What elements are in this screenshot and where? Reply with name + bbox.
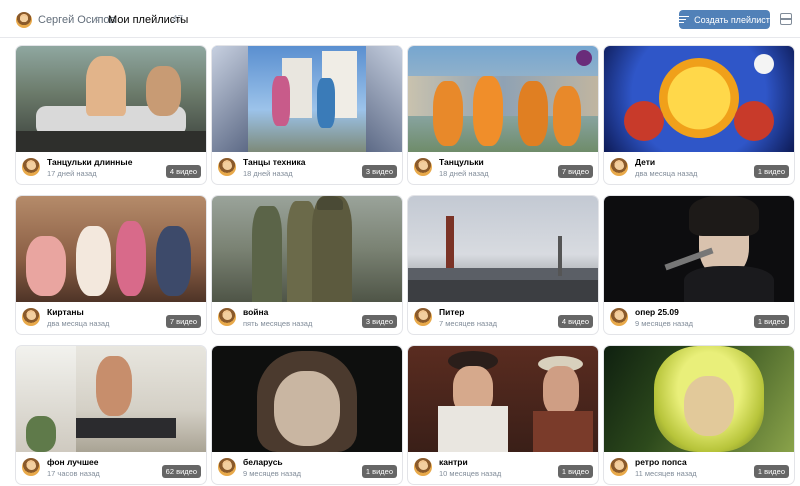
playlist-card[interactable]: 4 видео Танцульки длинные 17 дней назад [16, 46, 206, 184]
playlist-thumbnail [408, 46, 598, 152]
playlist-title[interactable]: кантри [439, 457, 468, 467]
video-count-badge: 4 видео [165, 165, 201, 178]
playlist-date: два месяца назад [635, 169, 698, 178]
owner-avatar [22, 458, 40, 476]
video-count-badge: 7 видео [557, 165, 593, 178]
playlist-thumbnail [604, 46, 794, 152]
playlist-title[interactable]: Танцульки [439, 157, 484, 167]
playlist-thumbnail [604, 346, 794, 452]
playlist-thumbnail [604, 196, 794, 302]
playlist-card[interactable]: 62 видео фон лучшее 17 часов назад [16, 346, 206, 484]
playlist-date: 11 месяцев назад [635, 469, 697, 478]
playlist-date: два месяца назад [47, 319, 110, 328]
playlist-title[interactable]: Танцы техника [243, 157, 306, 167]
playlist-card[interactable]: 7 видео Танцульки 18 дней назад [408, 46, 598, 184]
playlists-panel: Сергей Осипов › Мои плейлисты 47 Создать… [0, 0, 800, 486]
create-playlist-button[interactable]: Создать плейлист [679, 10, 770, 29]
playlist-thumbnail [16, 196, 206, 302]
playlist-card[interactable]: 4 видео Питер 7 месяцев назад [408, 196, 598, 334]
playlist-title[interactable]: война [243, 307, 268, 317]
video-count-badge: 1 видео [753, 165, 789, 178]
video-count-badge: 1 видео [753, 465, 789, 478]
playlist-thumbnail [16, 346, 206, 452]
video-count-badge: 3 видео [361, 165, 397, 178]
playlist-count: 47 [172, 14, 184, 25]
page-header: Сергей Осипов › Мои плейлисты 47 Создать… [0, 0, 800, 38]
playlist-date: 9 месяцев назад [635, 319, 694, 328]
owner-avatar [414, 158, 432, 176]
owner-avatar [22, 158, 40, 176]
video-count-badge: 1 видео [557, 465, 593, 478]
playlist-add-icon [679, 15, 690, 24]
playlist-date: пять месяцев назад [243, 319, 313, 328]
playlist-date: 10 месяцев назад [439, 469, 502, 478]
playlist-thumbnail [212, 346, 402, 452]
owner-avatar [414, 458, 432, 476]
breadcrumb-chevron-icon: › [96, 13, 100, 25]
playlist-card[interactable]: 1 видео ретро попса 11 месяцев назад [604, 346, 794, 484]
video-count-badge: 62 видео [161, 465, 201, 478]
playlist-date: 17 дней назад [47, 169, 97, 178]
grid-toggle-icon[interactable] [780, 13, 792, 25]
video-count-badge: 4 видео [557, 315, 593, 328]
playlist-title[interactable]: ретро попса [635, 457, 687, 467]
playlist-card[interactable]: 1 видео опер 25.09 9 месяцев назад [604, 196, 794, 334]
playlist-date: 9 месяцев назад [243, 469, 302, 478]
playlist-thumbnail [16, 46, 206, 152]
owner-avatar [610, 158, 628, 176]
playlist-card[interactable]: 1 видео Дети два месяца назад [604, 46, 794, 184]
playlist-title[interactable]: Киртаны [47, 307, 84, 317]
video-count-badge: 3 видео [361, 315, 397, 328]
playlist-date: 18 дней назад [439, 169, 489, 178]
playlist-thumbnail [408, 196, 598, 302]
breadcrumb-user[interactable]: Сергей Осипов [38, 14, 115, 26]
playlist-title[interactable]: Танцульки длинные [47, 157, 132, 167]
owner-avatar [22, 308, 40, 326]
playlist-card[interactable]: 7 видео Киртаны два месяца назад [16, 196, 206, 334]
owner-avatar [218, 158, 236, 176]
user-avatar[interactable] [16, 12, 32, 28]
owner-avatar [218, 458, 236, 476]
owner-avatar [218, 308, 236, 326]
video-count-badge: 1 видео [361, 465, 397, 478]
playlist-date: 7 месяцев назад [439, 319, 498, 328]
playlist-card[interactable]: 3 видео Танцы техника 18 дней назад [212, 46, 402, 184]
playlist-title[interactable]: беларусь [243, 457, 283, 467]
playlist-title[interactable]: опер 25.09 [635, 307, 679, 317]
video-count-badge: 7 видео [165, 315, 201, 328]
playlist-title[interactable]: Питер [439, 307, 464, 317]
owner-avatar [610, 458, 628, 476]
playlist-title[interactable]: фон лучшее [47, 457, 99, 467]
playlist-date: 17 часов назад [47, 469, 100, 478]
owner-avatar [414, 308, 432, 326]
playlist-card[interactable]: 1 видео кантри 10 месяцев назад [408, 346, 598, 484]
video-count-badge: 1 видео [753, 315, 789, 328]
owner-avatar [610, 308, 628, 326]
playlist-card[interactable]: 3 видео война пять месяцев назад [212, 196, 402, 334]
playlist-title[interactable]: Дети [635, 157, 655, 167]
create-playlist-label: Создать плейлист [694, 14, 770, 25]
playlist-thumbnail [408, 346, 598, 452]
playlist-card[interactable]: 1 видео беларусь 9 месяцев назад [212, 346, 402, 484]
playlist-thumbnail [212, 196, 402, 302]
playlist-thumbnail [212, 46, 402, 152]
playlist-date: 18 дней назад [243, 169, 293, 178]
